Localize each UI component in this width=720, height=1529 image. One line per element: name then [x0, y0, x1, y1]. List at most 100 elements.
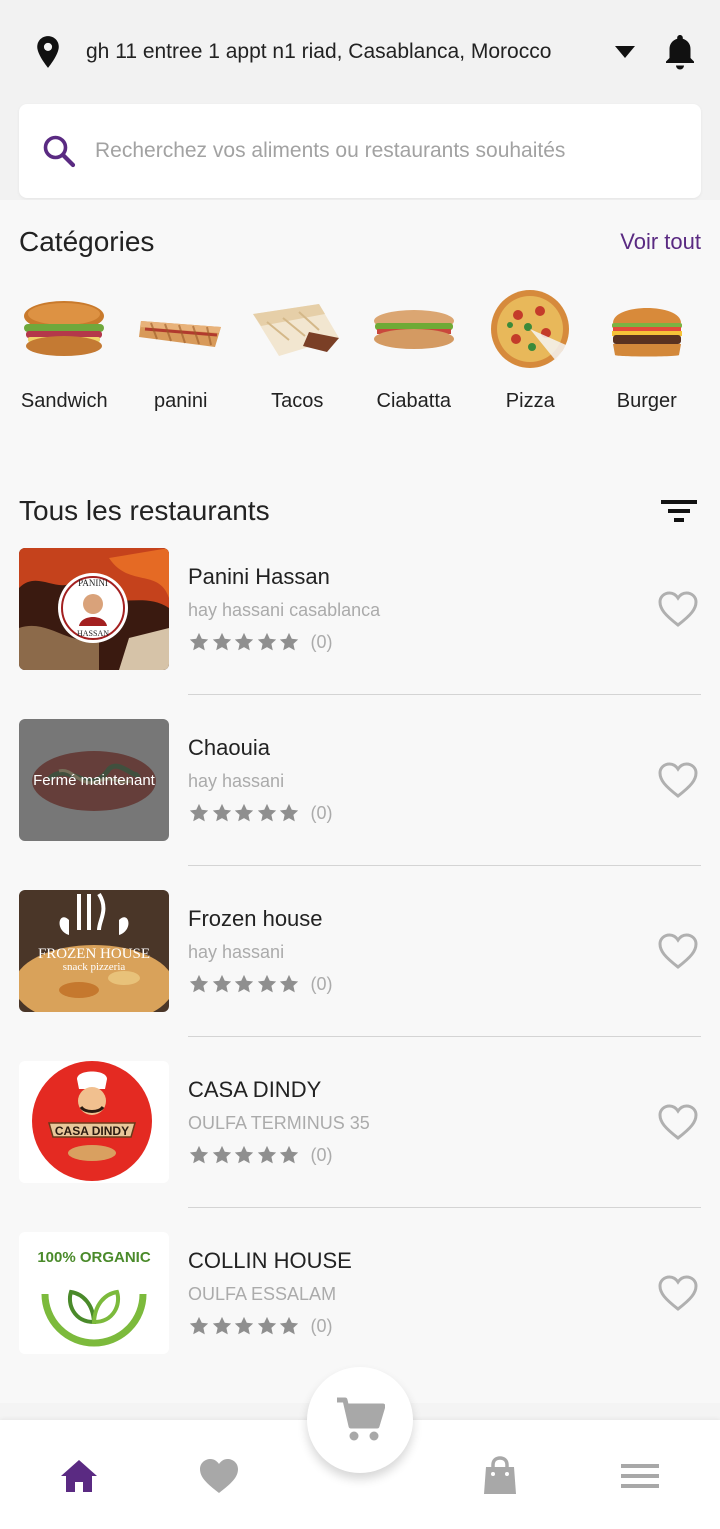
- star-icon: [189, 974, 209, 993]
- restaurant-logo: PANINI HASSAN: [19, 548, 169, 670]
- star-icon: [212, 974, 231, 993]
- favorite-heart-icon[interactable]: [657, 932, 699, 970]
- caret-down-icon[interactable]: [614, 45, 636, 59]
- search-bar[interactable]: [19, 104, 701, 198]
- favorite-heart-icon[interactable]: [657, 1103, 699, 1141]
- star-icon: [234, 974, 254, 993]
- tacos-image: [247, 284, 347, 374]
- star-icon: [257, 632, 276, 651]
- location-bar[interactable]: gh 11 entree 1 appt n1 riad, Casablanca,…: [0, 0, 720, 104]
- categories-row: Sandwich panini Tacos Ciabatta Pizza Bur…: [0, 284, 720, 444]
- rating-stars: (0): [188, 802, 701, 824]
- rating-count: (0): [310, 1315, 333, 1336]
- restaurant-name: CASA DINDY: [188, 1077, 322, 1102]
- star-icon: [279, 1145, 299, 1164]
- category-ciabatta[interactable]: Ciabatta: [356, 284, 473, 444]
- search-icon: [43, 135, 76, 168]
- bag-icon: [484, 1456, 516, 1494]
- home-icon: [61, 1460, 97, 1492]
- sandwich-image: [14, 284, 114, 374]
- svg-text:HASSAN: HASSAN: [77, 629, 109, 638]
- star-icon: [257, 1145, 276, 1164]
- star-icon: [212, 1145, 231, 1164]
- category-label: panini: [154, 390, 208, 412]
- star-icon: [234, 1316, 254, 1335]
- category-label: Ciabatta: [376, 390, 452, 412]
- restaurant-name: Chaouia: [188, 735, 270, 760]
- restaurant-card[interactable]: FROZEN HOUSE snack pizzeria Frozen house…: [19, 890, 720, 1061]
- rating-count: (0): [310, 802, 333, 823]
- svg-text:CASA DINDY: CASA DINDY: [55, 1124, 129, 1138]
- svg-text:snack pizzeria: snack pizzeria: [63, 961, 126, 973]
- svg-text:FROZEN HOUSE: FROZEN HOUSE: [38, 946, 150, 962]
- category-sandwich[interactable]: Sandwich: [6, 284, 123, 444]
- nav-home[interactable]: [57, 1454, 101, 1498]
- category-label: Pizza: [505, 390, 555, 412]
- favorite-heart-icon[interactable]: [657, 1274, 699, 1312]
- restaurant-address: hay hassani: [188, 771, 285, 791]
- star-icon: [189, 1145, 209, 1164]
- category-label: Burger: [616, 390, 677, 412]
- nav-menu[interactable]: [618, 1454, 662, 1498]
- restaurant-list: PANINI HASSAN Panini Hassan hay hassani …: [0, 548, 720, 1403]
- restaurant-address: hay hassani: [188, 942, 285, 962]
- category-label: Tacos: [271, 390, 324, 412]
- favorite-heart-icon[interactable]: [657, 590, 699, 628]
- star-icon: [279, 803, 299, 822]
- favorite-heart-icon[interactable]: [657, 761, 699, 799]
- star-icon: [257, 974, 276, 993]
- restaurant-logo: 100% ORGANIC: [19, 1232, 169, 1354]
- svg-text:100% ORGANIC: 100% ORGANIC: [37, 1249, 151, 1266]
- star-icon: [189, 632, 209, 651]
- filter-icon[interactable]: [661, 497, 697, 525]
- see-all-link[interactable]: Voir tout: [620, 229, 701, 255]
- pizza-image: [480, 284, 580, 374]
- star-icon: [189, 803, 209, 822]
- restaurant-address: hay hassani casablanca: [188, 600, 381, 620]
- rating-stars: (0): [188, 973, 701, 995]
- category-tacos[interactable]: Tacos: [239, 284, 356, 444]
- restaurant-name: Panini Hassan: [188, 564, 330, 589]
- menu-icon: [621, 1464, 659, 1488]
- logo-text: PANINI: [78, 578, 108, 588]
- panini-image: [131, 284, 231, 374]
- categories-title: Catégories: [19, 226, 155, 257]
- rating-stars: (0): [188, 631, 701, 653]
- closed-badge: Fermé maintenant: [19, 719, 169, 841]
- star-icon: [257, 803, 276, 822]
- bell-icon[interactable]: [662, 32, 698, 72]
- restaurant-logo: Fermé maintenant: [19, 719, 169, 841]
- star-icon: [234, 632, 254, 651]
- restaurant-name: Frozen house: [188, 906, 323, 931]
- star-icon: [212, 803, 231, 822]
- restaurant-card[interactable]: Fermé maintenant Chaouia hay hassani (0): [19, 719, 720, 890]
- location-pin-icon: [37, 36, 59, 68]
- rating-count: (0): [310, 973, 333, 994]
- category-pizza[interactable]: Pizza: [472, 284, 589, 444]
- restaurant-logo: CASA DINDY: [19, 1061, 169, 1183]
- restaurant-address: OULFA ESSALAM: [188, 1284, 337, 1304]
- cart-button[interactable]: [307, 1367, 413, 1473]
- star-icon: [212, 1316, 231, 1335]
- rating-count: (0): [310, 631, 333, 652]
- star-icon: [279, 632, 299, 651]
- star-icon: [257, 1316, 276, 1335]
- restaurant-card[interactable]: CASA DINDY CASA DINDY OULFA TERMINUS 35 …: [19, 1061, 720, 1232]
- restaurant-logo: FROZEN HOUSE snack pizzeria: [19, 890, 169, 1012]
- search-input[interactable]: [95, 139, 679, 163]
- delivery-address[interactable]: gh 11 entree 1 appt n1 riad, Casablanca,…: [86, 40, 598, 64]
- category-burger[interactable]: Burger: [589, 284, 706, 444]
- category-panini[interactable]: panini: [123, 284, 240, 444]
- star-icon: [279, 1316, 299, 1335]
- nav-orders[interactable]: [478, 1454, 522, 1498]
- restaurants-title: Tous les restaurants: [19, 495, 270, 526]
- restaurant-address: OULFA TERMINUS 35: [188, 1113, 370, 1133]
- star-icon: [189, 1316, 209, 1335]
- nav-favorites[interactable]: [197, 1454, 241, 1498]
- category-label: Sandwich: [20, 390, 108, 412]
- star-icon: [212, 632, 231, 651]
- rating-count: (0): [310, 1144, 333, 1165]
- restaurant-card[interactable]: PANINI HASSAN Panini Hassan hay hassani …: [19, 548, 720, 719]
- rating-stars: (0): [188, 1144, 701, 1166]
- rating-stars: (0): [188, 1315, 701, 1337]
